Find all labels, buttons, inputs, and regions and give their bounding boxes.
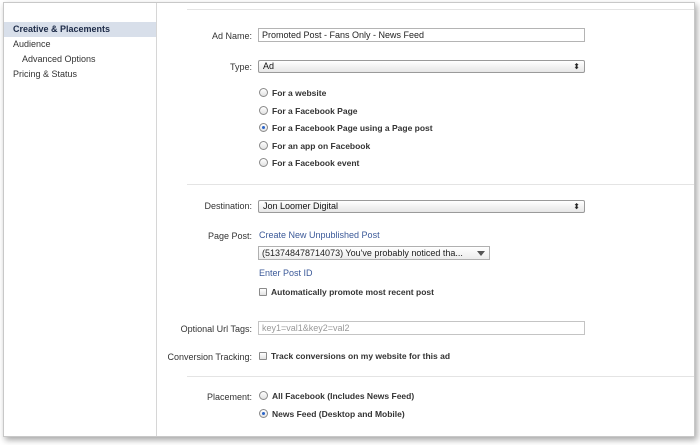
type-select-value: Ad (263, 61, 275, 71)
sidebar-item-audience[interactable]: Audience (4, 37, 156, 52)
placement-option-all-facebook[interactable]: All Facebook (Includes News Feed) (259, 390, 414, 402)
type-select[interactable]: Ad ⬍ (258, 60, 585, 73)
chevron-down-icon (477, 251, 485, 256)
radio-button[interactable] (259, 106, 268, 116)
form-panel: Ad Name: Promoted Post - Fans Only - New… (157, 3, 694, 436)
sidebar: Creative & Placements Audience Advanced … (4, 3, 157, 436)
ad-name-input[interactable]: Promoted Post - Fans Only - News Feed (258, 28, 585, 42)
page-post-dropdown-value: (513748478714073) You've probably notice… (262, 248, 463, 258)
conversion-tracking-label: Conversion Tracking: (167, 352, 252, 362)
radio-button[interactable] (259, 88, 268, 98)
destination-select[interactable]: Jon Loomer Digital ⬍ (258, 200, 585, 213)
enter-post-id-link[interactable]: Enter Post ID (259, 268, 313, 278)
url-tags-label: Optional Url Tags: (180, 324, 252, 334)
radio-button[interactable] (259, 158, 268, 168)
divider (187, 184, 694, 185)
radio-label: For a Facebook event (272, 158, 360, 168)
radio-button[interactable] (259, 391, 268, 401)
checkbox-label: Track conversions on my website for this… (271, 351, 451, 361)
type-option-website[interactable]: For a website (259, 87, 326, 99)
radio-label: For a Facebook Page (272, 106, 358, 116)
placement-option-news-feed[interactable]: News Feed (Desktop and Mobile) (259, 408, 405, 420)
conversion-tracking-option[interactable]: Track conversions on my website for this… (259, 350, 450, 362)
placement-label: Placement: (206, 392, 252, 402)
create-unpublished-post-link[interactable]: Create New Unpublished Post (259, 230, 380, 240)
divider (187, 9, 694, 10)
url-tags-input[interactable]: key1=val1&key2=val2 (258, 321, 585, 335)
radio-label: For a website (272, 88, 327, 98)
sidebar-item-label: Advanced Options (22, 54, 96, 64)
radio-label: For a Facebook Page using a Page post (272, 123, 433, 133)
sidebar-item-label: Pricing & Status (13, 69, 78, 79)
type-label: Type: (229, 62, 252, 72)
auto-promote-option[interactable]: Automatically promote most recent post (259, 286, 434, 298)
sidebar-item-creative-placements[interactable]: Creative & Placements (4, 22, 156, 37)
updown-arrows-icon: ⬍ (573, 62, 580, 71)
checkbox-label: Automatically promote most recent post (271, 287, 434, 297)
radio-button-selected[interactable] (259, 409, 268, 419)
sidebar-item-pricing-status[interactable]: Pricing & Status (4, 67, 156, 82)
type-option-event[interactable]: For a Facebook event (259, 157, 359, 169)
destination-select-value: Jon Loomer Digital (263, 201, 339, 211)
ad-name-label: Ad Name: (211, 31, 252, 41)
checkbox[interactable] (259, 287, 267, 296)
sidebar-item-label: Audience (13, 39, 51, 49)
sidebar-item-label: Creative & Placements (13, 24, 111, 34)
radio-button-selected[interactable] (259, 123, 268, 133)
divider (187, 376, 694, 377)
type-option-app[interactable]: For an app on Facebook (259, 140, 370, 152)
type-option-page-post[interactable]: For a Facebook Page using a Page post (259, 122, 433, 134)
radio-label: For an app on Facebook (272, 141, 371, 151)
destination-label: Destination: (204, 201, 252, 211)
page-post-label: Page Post: (207, 231, 252, 241)
ad-editor-window: Creative & Placements Audience Advanced … (3, 2, 695, 437)
radio-label: All Facebook (Includes News Feed) (272, 391, 415, 401)
radio-label: News Feed (Desktop and Mobile) (272, 409, 405, 419)
radio-button[interactable] (259, 141, 268, 151)
page-post-dropdown[interactable]: (513748478714073) You've probably notice… (258, 246, 490, 260)
type-option-facebook-page[interactable]: For a Facebook Page (259, 105, 358, 117)
sidebar-item-advanced-options[interactable]: Advanced Options (4, 52, 156, 67)
checkbox[interactable] (259, 351, 267, 360)
updown-arrows-icon: ⬍ (573, 202, 580, 211)
